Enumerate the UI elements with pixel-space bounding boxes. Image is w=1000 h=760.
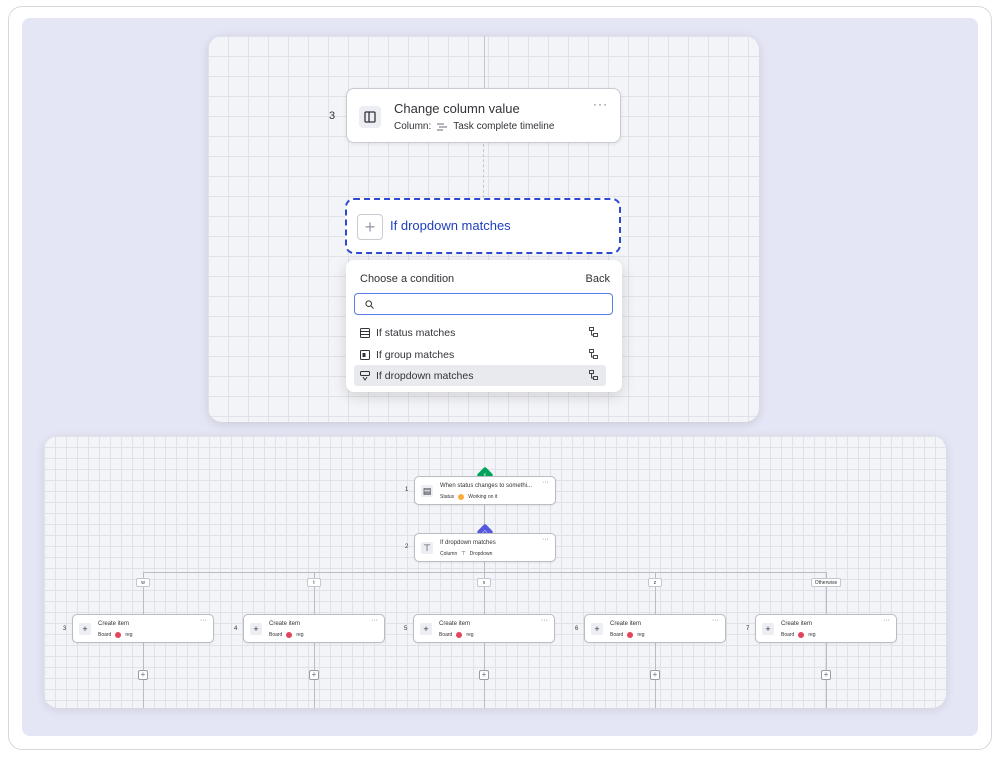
action-board-info: Board reg — [610, 632, 645, 638]
step-number: 4 — [234, 626, 238, 632]
more-options-icon[interactable]: ··· — [593, 97, 608, 111]
create-item-step[interactable]: + Create item Board reg ··· — [755, 614, 897, 643]
option-label: If group matches — [376, 348, 455, 361]
group-icon — [360, 349, 370, 360]
action-board-info: Board reg — [439, 632, 474, 638]
condition-column-info: Column ⊤ Dropdown — [440, 551, 493, 557]
change-column-value-step[interactable]: Change column value Column: Task complet… — [346, 88, 621, 143]
connector-line — [484, 36, 485, 88]
picker-title: Choose a condition — [360, 273, 455, 285]
step-number: 3 — [329, 110, 336, 122]
action-title: Create item — [610, 621, 642, 627]
action-board-info: Board reg — [269, 632, 304, 638]
branch-icon — [589, 370, 598, 383]
branch-icon — [589, 349, 598, 362]
board-dot — [798, 632, 805, 638]
create-item-step[interactable]: + Create item Board reg ··· — [243, 614, 385, 643]
add-step-button[interactable]: + — [821, 670, 831, 680]
add-icon: + — [762, 623, 774, 635]
add-step-button[interactable]: + — [309, 670, 319, 680]
branch-tag[interactable]: Otherwise — [811, 578, 841, 587]
add-icon: + — [250, 623, 262, 635]
condition-title: If dropdown matches — [440, 540, 496, 546]
condition-label: If dropdown matches — [390, 218, 511, 233]
column-value: Task complete timeline — [453, 121, 555, 132]
branch-tag[interactable]: x — [477, 578, 491, 587]
condition-picker: Choose a condition Back If status matche… — [346, 260, 622, 392]
more-options-icon[interactable]: ··· — [542, 536, 549, 543]
trigger-step[interactable]: ▤ When status changes to somethi... Stat… — [414, 476, 556, 505]
condition-placeholder-card[interactable]: + If dropdown matches — [345, 198, 621, 254]
option-label: If status matches — [376, 326, 456, 339]
more-options-icon[interactable]: ··· — [712, 617, 719, 624]
step-column-info: Column: Task complete timeline — [394, 121, 554, 132]
more-options-icon[interactable]: ··· — [542, 479, 549, 486]
more-options-icon[interactable]: ··· — [371, 617, 378, 624]
board-dot — [286, 632, 293, 638]
branch-icon — [589, 327, 598, 340]
board-dot — [627, 632, 634, 638]
step-number: 5 — [404, 626, 408, 632]
option-status[interactable]: If status matches — [354, 322, 606, 343]
trigger-status-info: Status Working on it — [440, 494, 498, 500]
condition-step[interactable]: ⊤ If dropdown matches Column ⊤ Dropdown … — [414, 533, 556, 562]
step-number: 6 — [575, 626, 579, 632]
condition-search-input[interactable] — [354, 293, 613, 315]
step-title: Change column value — [394, 101, 520, 116]
board-dot — [115, 632, 122, 638]
column-label: Column: — [394, 121, 432, 132]
step-number: 3 — [63, 626, 67, 632]
workflow-editor-zoomed: 3 Change column value Column: Task compl… — [208, 36, 759, 422]
create-item-step[interactable]: + Create item Board reg ··· — [72, 614, 214, 643]
action-board-info: Board reg — [98, 632, 133, 638]
back-button[interactable]: Back — [586, 273, 610, 285]
board-dot — [456, 632, 463, 638]
step-number: 7 — [746, 626, 750, 632]
workflow-overview: ⚡ 1 ▤ When status changes to somethi... … — [44, 436, 946, 708]
add-step-button[interactable]: + — [138, 670, 148, 680]
dropdown-icon — [360, 370, 370, 381]
add-condition-button[interactable]: + — [357, 214, 383, 240]
action-title: Create item — [439, 621, 471, 627]
dropdown-icon: ⊤ — [421, 542, 433, 554]
add-step-button[interactable]: + — [650, 670, 660, 680]
branch-tag[interactable]: z — [648, 578, 662, 587]
status-dot — [458, 494, 465, 500]
create-item-step[interactable]: + Create item Board reg ··· — [413, 614, 555, 643]
add-icon: + — [79, 623, 91, 635]
status-icon: ▤ — [421, 485, 433, 497]
add-icon: + — [591, 623, 603, 635]
action-board-info: Board reg — [781, 632, 816, 638]
more-options-icon[interactable]: ··· — [200, 617, 207, 624]
action-title: Create item — [269, 621, 301, 627]
more-options-icon[interactable]: ··· — [541, 617, 548, 624]
action-title: Create item — [98, 621, 130, 627]
branch-tag[interactable]: t — [307, 578, 321, 587]
add-step-button[interactable]: + — [479, 670, 489, 680]
connector-line — [484, 562, 485, 572]
status-icon — [360, 327, 370, 338]
add-icon: + — [420, 623, 432, 635]
create-item-step[interactable]: + Create item Board reg ··· — [584, 614, 726, 643]
action-title: Create item — [781, 621, 813, 627]
dropdown-icon: ⊤ — [461, 551, 466, 557]
timeline-icon — [437, 123, 448, 131]
connector-line-dashed — [483, 144, 484, 198]
search-icon — [365, 299, 374, 309]
step-number: 2 — [405, 544, 409, 550]
step-number: 1 — [405, 487, 409, 493]
more-options-icon[interactable]: ··· — [883, 617, 890, 624]
branch-tag[interactable]: w — [136, 578, 150, 587]
column-icon — [359, 106, 381, 128]
option-group[interactable]: If group matches — [354, 344, 606, 365]
option-dropdown[interactable]: If dropdown matches — [354, 365, 606, 386]
trigger-title: When status changes to somethi... — [440, 483, 533, 489]
option-label: If dropdown matches — [376, 369, 474, 382]
